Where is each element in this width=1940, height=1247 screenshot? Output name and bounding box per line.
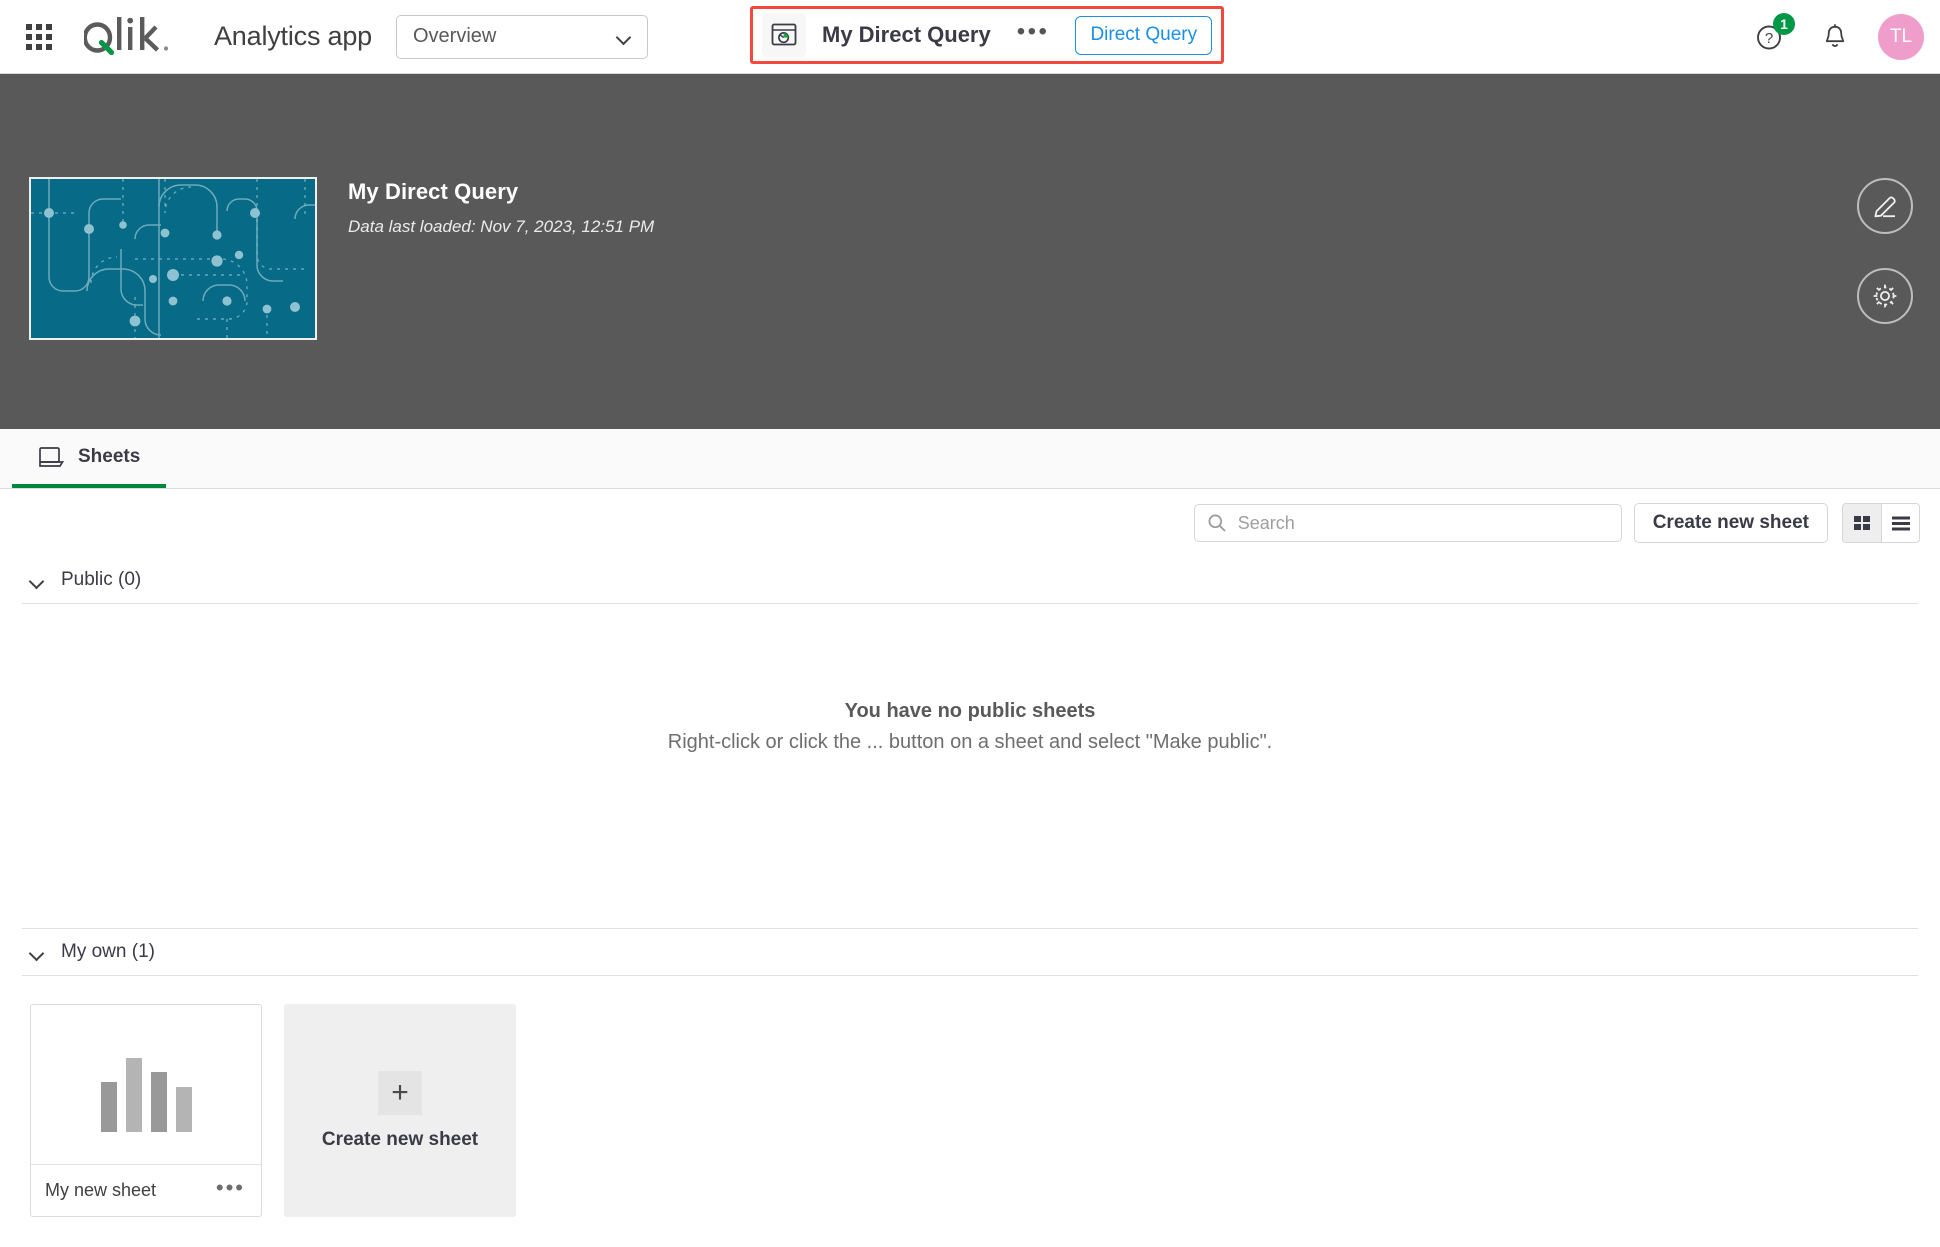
section-public-label: Public (0) — [61, 569, 142, 590]
window-pie-chart-icon — [771, 23, 797, 46]
notifications-button[interactable] — [1814, 17, 1856, 57]
view-mode-toggle — [1842, 503, 1920, 543]
data-last-loaded: Data last loaded: Nov 7, 2023, 12:51 PM — [348, 217, 655, 236]
document-more-menu-button[interactable]: ••• — [1013, 20, 1054, 49]
app-thumbnail-artwork — [31, 179, 315, 338]
plus-icon: + — [378, 1070, 422, 1115]
document-title: My Direct Query — [822, 22, 991, 47]
top-header: Analytics app Overview My Direct Query •… — [0, 0, 1940, 74]
grid-view-button[interactable] — [1843, 504, 1881, 542]
edit-sheet-button[interactable] — [1857, 178, 1913, 234]
sheet-icon — [39, 446, 64, 467]
bar — [150, 1071, 167, 1132]
qlik-wordmark-icon — [84, 16, 169, 55]
sheet-name: My new sheet — [45, 1180, 157, 1200]
overview-dropdown[interactable]: Overview — [396, 14, 648, 59]
header-actions: ? 1 TL — [1750, 0, 1924, 74]
page-title: Analytics app — [214, 21, 372, 51]
search-icon — [1208, 514, 1226, 532]
section-my-own-label: My own (1) — [61, 941, 155, 962]
app-title: My Direct Query — [348, 179, 519, 204]
public-empty-state: You have no public sheets Right-click or… — [0, 604, 1940, 850]
tab-sheets[interactable]: Sheets — [12, 429, 167, 488]
chevron-down-icon — [30, 576, 44, 585]
chevron-down-icon — [617, 32, 631, 41]
sheet-card-footer: My new sheet ••• — [31, 1164, 261, 1216]
bar — [175, 1087, 192, 1132]
section-header-my-own[interactable]: My own (1) — [0, 929, 1940, 975]
direct-query-badge[interactable]: Direct Query — [1075, 15, 1213, 55]
chevron-down-icon — [30, 948, 44, 957]
sheet-more-menu-button[interactable]: ••• — [214, 1176, 247, 1202]
tab-bar: Sheets — [0, 429, 1940, 489]
create-new-sheet-card-label: Create new sheet — [321, 1128, 479, 1150]
empty-state-title: You have no public sheets — [844, 700, 1096, 722]
svg-text:?: ? — [1765, 30, 1773, 47]
search-input[interactable] — [1237, 512, 1609, 534]
bar — [125, 1058, 142, 1132]
list-view-icon — [1891, 516, 1910, 531]
qlik-logo[interactable] — [84, 14, 188, 60]
overview-dropdown-value: Overview — [413, 25, 497, 47]
app-thumbnail — [29, 177, 317, 340]
section-header-public[interactable]: Public (0) — [0, 557, 1940, 603]
app-banner: My Direct Query Data last loaded: Nov 7,… — [0, 74, 1940, 429]
list-view-button[interactable] — [1881, 504, 1919, 542]
avatar[interactable]: TL — [1878, 14, 1924, 60]
search-field[interactable] — [1193, 504, 1622, 542]
sheet-thumbnail — [31, 1005, 261, 1164]
grid-view-icon — [1854, 516, 1870, 530]
bar-chart-thumbnail — [100, 1046, 192, 1132]
app-launcher-grid-icon[interactable] — [18, 16, 60, 58]
help-badge-count: 1 — [1773, 13, 1795, 35]
pencil-edit-icon — [1874, 196, 1896, 218]
gear-icon — [1873, 284, 1897, 308]
document-context-highlight: My Direct Query ••• Direct Query — [750, 6, 1225, 64]
app-settings-button[interactable] — [1857, 268, 1913, 324]
sheet-card-list: My new sheet ••• + Create new sheet — [0, 976, 1940, 1217]
direct-query-app-icon[interactable] — [762, 13, 806, 57]
list-item[interactable]: My new sheet ••• — [30, 1004, 262, 1217]
empty-state-hint: Right-click or click the ... button on a… — [667, 731, 1273, 753]
bell-icon — [1825, 24, 1845, 47]
grid-dots — [26, 23, 52, 50]
create-new-sheet-button[interactable]: Create new sheet — [1633, 503, 1828, 543]
help-button[interactable]: ? 1 — [1750, 13, 1795, 57]
sheets-toolbar: Create new sheet — [0, 489, 1940, 557]
tab-sheets-label: Sheets — [78, 445, 141, 467]
bar — [100, 1082, 117, 1132]
banner-text-group: My Direct Query Data last loaded: Nov 7,… — [348, 179, 654, 237]
create-new-sheet-card[interactable]: + Create new sheet — [284, 1004, 516, 1217]
